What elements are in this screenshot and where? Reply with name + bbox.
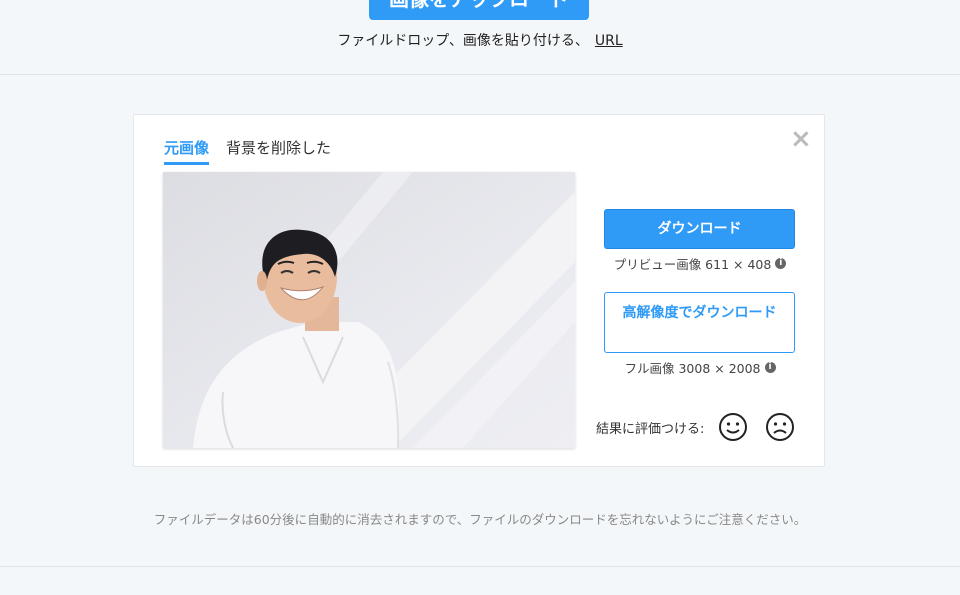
retention-notice: ファイルデータは60分後に自動的に消去されますので、ファイルのダウンロードを忘れ… <box>153 512 807 527</box>
preview-size-info: プリビュー画像 611 × 408 i <box>604 254 796 273</box>
smile-face-icon[interactable] <box>718 412 748 442</box>
divider <box>0 566 960 567</box>
upload-section: 画像をアップロード ファイルドロップ、画像を貼り付ける、 URL <box>0 0 960 75</box>
upload-image-button[interactable]: 画像をアップロード <box>369 0 589 20</box>
upload-hint-text: ファイルドロップ、画像を貼り付ける、 <box>337 33 589 49</box>
download-button[interactable]: ダウンロード <box>604 209 795 249</box>
close-icon[interactable]: × <box>790 126 812 152</box>
preview-size-text: プリビュー画像 611 × 408 <box>613 257 772 272</box>
view-tabs: 元画像 背景を削除した <box>164 137 331 165</box>
tab-removed-background[interactable]: 背景を削除した <box>226 137 331 165</box>
rating-row: 結果に評価つける: <box>596 412 811 442</box>
url-link[interactable]: URL <box>595 33 623 49</box>
full-size-info: フル画像 3008 × 2008 i <box>604 358 796 377</box>
rating-label: 結果に評価つける: <box>596 421 705 437</box>
tab-original[interactable]: 元画像 <box>164 137 210 165</box>
upload-hint: ファイルドロップ、画像を貼り付ける、 URL <box>0 30 960 50</box>
info-icon[interactable]: i <box>764 362 776 373</box>
result-card: 元画像 背景を削除した × ダウンロード プリビュー画像 611 × 408 i… <box>133 114 825 467</box>
hd-download-button[interactable]: 高解像度でダウンロード <box>604 292 795 353</box>
full-size-text: フル画像 3008 × 2008 <box>624 361 761 376</box>
preview-image <box>163 172 575 448</box>
info-icon[interactable]: i <box>775 258 787 269</box>
sad-face-icon[interactable] <box>765 412 795 442</box>
download-panel: ダウンロード プリビュー画像 611 × 408 i 高解像度でダウンロード フ… <box>604 209 796 377</box>
